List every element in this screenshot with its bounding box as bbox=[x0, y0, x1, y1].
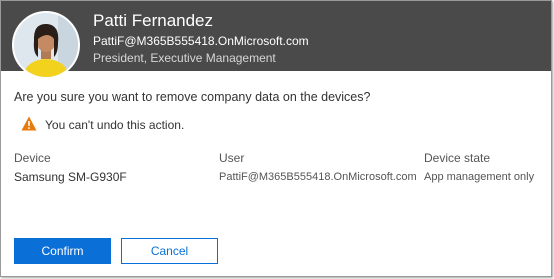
confirmation-question: Are you sure you want to remove company … bbox=[14, 90, 371, 104]
column-header-device-state: Device state bbox=[424, 151, 491, 165]
user-name: Patti Fernandez bbox=[93, 11, 214, 30]
cancel-button[interactable]: Cancel bbox=[121, 238, 218, 264]
user-email: PattiF@M365B555418.OnMicrosoft.com bbox=[93, 34, 309, 48]
avatar bbox=[12, 11, 80, 79]
device-state: App management only bbox=[424, 171, 535, 183]
device-user: PattiF@M365B555418.OnMicrosoft.com bbox=[219, 171, 417, 183]
column-header-user: User bbox=[219, 151, 245, 165]
dialog-header: Patti Fernandez PattiF@M365B555418.OnMic… bbox=[1, 1, 551, 79]
remove-company-data-dialog: Patti Fernandez PattiF@M365B555418.OnMic… bbox=[0, 0, 552, 277]
user-role: President, Executive Management bbox=[93, 51, 276, 65]
device-name: Samsung SM-G930F bbox=[14, 170, 127, 184]
warning-message: You can't undo this action. bbox=[45, 118, 185, 132]
column-header-device: Device bbox=[14, 151, 51, 165]
warning-triangle-icon bbox=[21, 116, 37, 131]
confirm-button[interactable]: Confirm bbox=[14, 238, 111, 264]
